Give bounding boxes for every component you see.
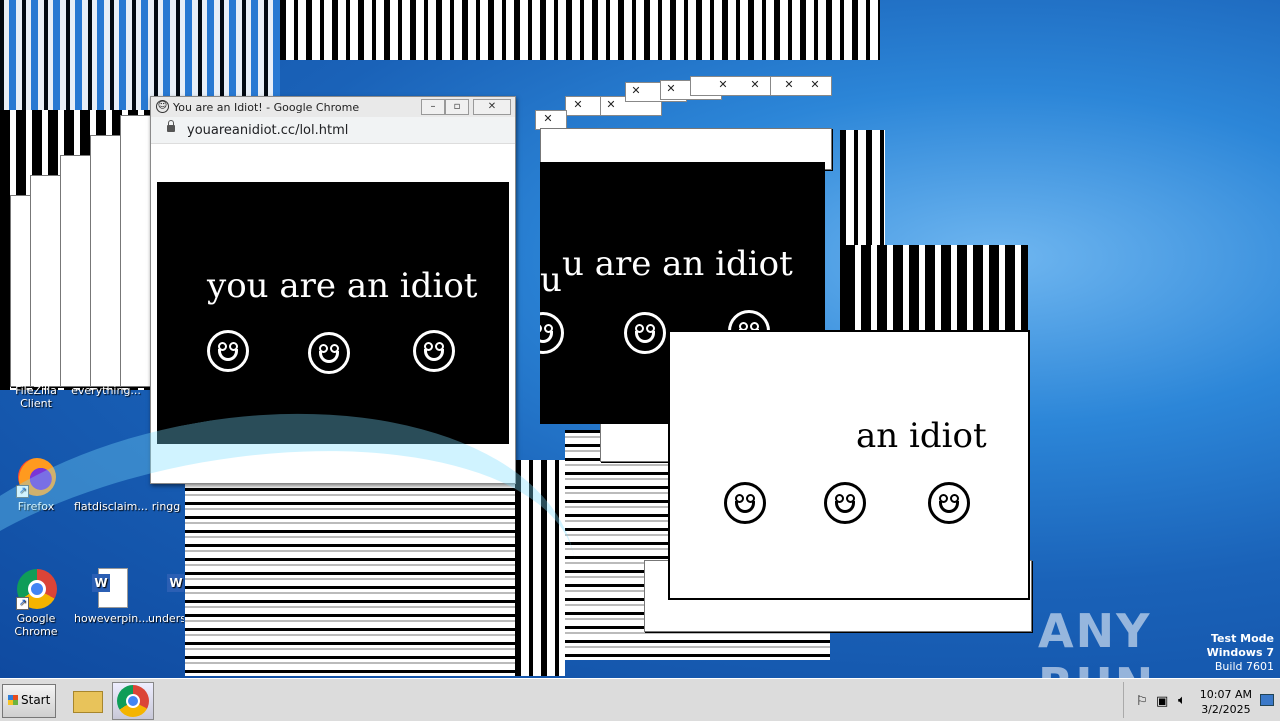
- windows-logo-icon: [8, 695, 18, 705]
- smiley-icon: [308, 332, 350, 374]
- desktop-icon-howeverpin[interactable]: W howeverpin...: [74, 566, 149, 625]
- windows-version-line: Windows 7: [1206, 646, 1274, 659]
- address-bar[interactable]: youareanidiot.cc/lol.html: [151, 117, 515, 144]
- clock-date: 3/2/2025: [1201, 703, 1251, 716]
- smiley-icon: [207, 330, 249, 372]
- icon-label: flatdisclaim...: [74, 500, 148, 513]
- test-mode-notice: Test Mode Windows 7 Build 7601: [1207, 632, 1274, 674]
- window-title: You are an Idiot! - Google Chrome: [173, 101, 360, 114]
- network-icon[interactable]: ▣: [1156, 694, 1168, 709]
- chrome-window[interactable]: ☺ You are an Idiot! - Google Chrome – ▫ …: [150, 96, 516, 484]
- glitch-artifact: [185, 480, 515, 676]
- desktop-icon-google-chrome[interactable]: ↗ Google Chrome: [0, 566, 72, 638]
- smiley-icon: [413, 330, 455, 372]
- popup-text: u are an idiot: [562, 244, 793, 284]
- file-icon: [151, 454, 181, 498]
- test-mode-line: Test Mode: [1211, 632, 1274, 645]
- word-document-icon: W: [88, 566, 132, 610]
- close-icon[interactable]: ✕: [807, 78, 823, 92]
- close-icon[interactable]: ✕: [663, 82, 679, 96]
- shortcut-arrow-icon: ↗: [16, 597, 29, 610]
- close-icon[interactable]: ✕: [628, 84, 644, 98]
- url-text: youareanidiot.cc/lol.html: [187, 123, 349, 138]
- chrome-icon-center: [126, 694, 140, 708]
- smiley-icon: [540, 312, 564, 354]
- glitch-artifact: [515, 460, 565, 676]
- icon-label: Firefox: [17, 500, 55, 513]
- ghost-titlebar: ✕ ✕: [690, 76, 772, 96]
- icon-label: ringg: [151, 500, 181, 513]
- clock-time: 10:07 AM: [1199, 688, 1252, 701]
- icon-label: howeverpin...: [74, 612, 149, 625]
- idiot-panel: you are an idiot: [157, 182, 509, 444]
- icon-label: unders: [148, 612, 184, 625]
- smiley-icon: [928, 482, 970, 524]
- minimize-button[interactable]: –: [421, 99, 445, 115]
- close-icon[interactable]: ✕: [603, 98, 619, 112]
- maximize-button[interactable]: ▫: [445, 99, 469, 115]
- popup-partial-text: u: [540, 260, 562, 300]
- icon-label: FileZilla Client: [15, 384, 57, 410]
- firefox-icon: ↗: [14, 454, 58, 498]
- folder-icon: [73, 691, 103, 713]
- ghost-titlebar: ✕: [535, 110, 567, 130]
- glitch-artifact: [0, 0, 280, 110]
- ghost-window: [120, 115, 152, 387]
- taskbar-chrome[interactable]: [112, 682, 154, 720]
- flag-icon[interactable]: ⚐: [1136, 694, 1148, 709]
- close-icon[interactable]: ✕: [715, 78, 731, 92]
- close-icon[interactable]: ✕: [781, 78, 797, 92]
- start-label: Start: [21, 693, 51, 707]
- smiley-icon: [624, 312, 666, 354]
- ghost-titlebar: ✕ ✕: [770, 76, 832, 96]
- smiley-icon: [724, 482, 766, 524]
- desktop: ✕ ✕ ✕ ✕ ✕ ✕ ✕ ✕ ✕ FileZilla Client everyth…: [0, 0, 1280, 678]
- smiley-icon: [824, 482, 866, 524]
- blank-file-icon: [88, 454, 132, 498]
- taskbar: Start ⚐ ▣ 🔈︎ 10:07 AM 3/2/2025: [0, 678, 1280, 721]
- show-desktop-icon[interactable]: [1260, 694, 1274, 706]
- icon-label: Google Chrome: [14, 612, 58, 638]
- close-icon[interactable]: ✕: [747, 78, 763, 92]
- desktop-icon-ringg[interactable]: ringg: [148, 454, 184, 513]
- popup-text: an idiot: [856, 416, 987, 456]
- page-text: you are an idiot: [207, 266, 478, 306]
- shortcut-arrow-icon: ↗: [16, 485, 29, 498]
- glitch-artifact: [845, 245, 1028, 330]
- system-tray: ⚐ ▣ 🔈︎ 10:07 AM 3/2/2025: [1123, 682, 1280, 718]
- clock[interactable]: 10:07 AM 3/2/2025: [1200, 687, 1252, 717]
- build-line: Build 7601: [1214, 660, 1274, 673]
- taskbar-explorer[interactable]: [66, 682, 108, 720]
- close-button[interactable]: ✕: [473, 99, 511, 115]
- page-content: you are an idiot: [151, 144, 515, 483]
- desktop-icon-everything[interactable]: everything...: [70, 384, 142, 397]
- smiley-favicon-icon: ☺: [156, 100, 169, 113]
- word-document-icon: W: [151, 566, 184, 610]
- icon-label: everything...: [71, 384, 141, 397]
- glitch-artifact: [280, 0, 880, 60]
- start-button[interactable]: Start: [2, 684, 56, 718]
- close-icon[interactable]: ✕: [570, 98, 586, 112]
- volume-icon[interactable]: 🔈︎: [1178, 693, 1186, 708]
- chrome-icon: ↗: [14, 566, 58, 610]
- close-icon[interactable]: ✕: [540, 112, 556, 126]
- window-titlebar[interactable]: ☺ You are an Idiot! - Google Chrome – ▫ …: [151, 97, 515, 117]
- desktop-icon-unders[interactable]: W unders: [148, 566, 184, 625]
- desktop-icon-filezilla[interactable]: FileZilla Client: [0, 384, 72, 410]
- desktop-icon-flatdisclaim[interactable]: flatdisclaim...: [74, 454, 148, 513]
- lock-icon: [167, 120, 175, 132]
- desktop-icon-firefox[interactable]: ↗ Firefox: [0, 454, 72, 513]
- popup-window-white: an idiot: [668, 330, 1030, 600]
